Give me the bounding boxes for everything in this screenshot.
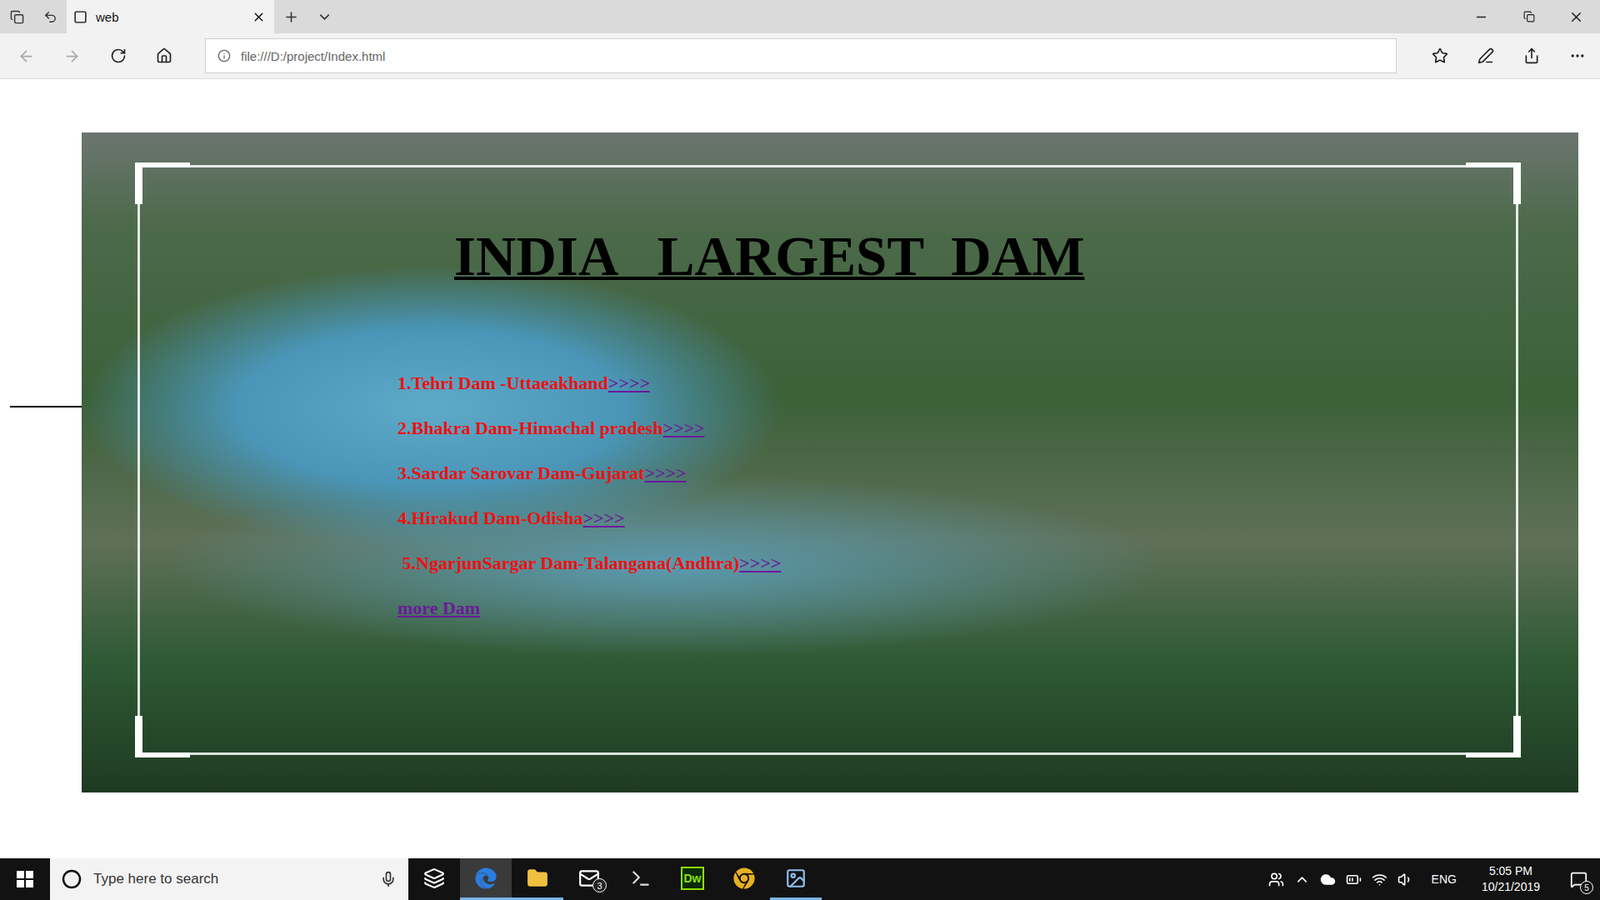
taskbar-app[interactable] [718, 858, 770, 900]
taskbar-app[interactable] [511, 858, 564, 900]
more-button[interactable] [1554, 37, 1600, 75]
minimize-icon [1474, 10, 1489, 25]
page-icon [73, 10, 88, 25]
cortana-icon [61, 869, 82, 890]
notification-badge: 5 [1580, 880, 1594, 895]
people-icon[interactable] [1268, 871, 1285, 888]
battery-icon[interactable] [1345, 871, 1362, 888]
favorites-icon [1431, 47, 1449, 65]
taskbar-app[interactable]: 3 [563, 858, 615, 900]
search-box[interactable]: Type here to search [50, 858, 409, 900]
mic-icon [380, 870, 397, 888]
home-icon [155, 47, 173, 65]
taskbar-app[interactable]: Dw [666, 858, 719, 900]
system-tray: ENG 5:05 PM10/21/2019 5 [1251, 858, 1600, 900]
app-badge: 3 [592, 878, 607, 893]
info-icon [217, 49, 231, 63]
dam-link[interactable]: >>>> [583, 507, 625, 529]
dam-item: 1.Tehri Dam -Uttaeakhand>>>> [397, 372, 1516, 395]
address-text: file:///D:/project/Index.html [240, 49, 385, 64]
tab-preview-button[interactable] [307, 0, 341, 34]
volume-icon[interactable] [1397, 871, 1414, 888]
back-icon [17, 47, 35, 65]
windows-icon [16, 870, 34, 888]
close-button[interactable] [1552, 0, 1600, 34]
restore-tabs-button[interactable] [33, 0, 67, 34]
dam-link[interactable]: >>>> [662, 417, 705, 439]
back-button[interactable] [3, 37, 50, 75]
more-item: more Dam [397, 597, 1516, 620]
terminal-icon [630, 867, 652, 890]
clock[interactable]: 5:05 PM10/21/2019 [1475, 863, 1547, 895]
dam-item: 3.Sardar Sarovar Dam-Gujarat>>>> [397, 462, 1516, 485]
hero-frame: INDIA LARGEST DAM 1.Tehri Dam -Uttaeakhan… [137, 165, 1519, 755]
edge-icon [475, 867, 497, 890]
clock-time: 5:05 PM [1489, 863, 1533, 880]
hero-banner: INDIA LARGEST DAM 1.Tehri Dam -Uttaeakhan… [81, 132, 1579, 793]
browser-tab[interactable]: web [66, 0, 275, 34]
page: INDIA LARGEST DAM 1.Tehri Dam -Uttaeakhan… [0, 79, 1600, 859]
frame-corner [1465, 715, 1521, 758]
folder-icon [526, 867, 549, 890]
taskbar-app[interactable] [408, 858, 460, 900]
frame-corner [1465, 162, 1521, 205]
share-button[interactable] [1508, 37, 1555, 75]
notifications-button[interactable]: 5 [1556, 858, 1600, 900]
dam-list: 1.Tehri Dam -Uttaeakhand>>>> 2.Bhakra Dam… [397, 372, 1516, 620]
tabs-icon [10, 10, 25, 25]
photos-icon [785, 867, 807, 890]
address-field[interactable]: file:///D:/project/Index.html [205, 38, 1397, 74]
taskbar-app[interactable] [460, 858, 512, 900]
refresh-button[interactable] [95, 37, 141, 75]
browser-window: web file:///D:/project/Index.html INDIA LA… [0, 0, 1600, 900]
clock-date: 10/21/2019 [1481, 879, 1540, 895]
frame-corner [135, 715, 190, 758]
frame-corner [135, 162, 190, 205]
dam-link[interactable]: >>>> [644, 462, 686, 484]
dam-item: 4.Hirakud Dam-Odisha>>>> [397, 507, 1516, 530]
search-placeholder: Type here to search [93, 870, 369, 888]
restore-icon [1523, 10, 1535, 23]
chrome-icon [733, 867, 755, 890]
language-indicator[interactable]: ENG [1423, 872, 1465, 886]
dam-item: 5.NgarjunSargar Dam-Talangana(Andhra)>>>… [397, 552, 1516, 575]
dam-item: 2.Bhakra Dam-Himachal pradesh>>>> [397, 417, 1516, 440]
close-tab-icon[interactable] [251, 10, 266, 25]
taskbar-app[interactable] [615, 858, 667, 900]
tabs-aside-button[interactable] [0, 0, 34, 34]
dam-link[interactable]: >>>> [608, 372, 650, 394]
chevron-up-icon[interactable] [1294, 871, 1310, 888]
tab-title: web [95, 10, 244, 25]
close-icon [1568, 9, 1585, 25]
more-icon [1569, 47, 1586, 65]
dam-link[interactable]: >>>> [739, 552, 781, 574]
onedrive-icon[interactable] [1320, 871, 1336, 888]
tab-bar: web [0, 0, 1600, 34]
home-button[interactable] [140, 37, 187, 75]
page-heading: INDIA LARGEST DAM [454, 222, 1516, 290]
undo-icon [43, 10, 58, 25]
pen-icon [1477, 47, 1495, 65]
forward-icon [63, 47, 81, 65]
chevron-down-icon [316, 9, 333, 25]
network-icon[interactable] [1371, 871, 1388, 888]
notes-button[interactable] [1462, 37, 1509, 75]
address-row: file:///D:/project/Index.html [0, 33, 1600, 80]
minimize-button[interactable] [1457, 0, 1505, 34]
favorites-button[interactable] [1416, 37, 1463, 75]
restore-button[interactable] [1505, 0, 1553, 34]
taskbar: Type here to search 3 Dw ENG 5:05 PM10/21/20… [0, 858, 1600, 900]
new-tab-button[interactable] [274, 0, 308, 34]
start-button[interactable] [0, 858, 50, 900]
task-view-icon [423, 867, 445, 890]
horizontal-rule [10, 405, 82, 408]
taskbar-app[interactable] [770, 858, 822, 900]
more-link[interactable]: more Dam [397, 597, 480, 619]
refresh-icon [110, 47, 127, 65]
plus-icon [283, 9, 300, 25]
dreamweaver-icon: Dw [680, 866, 705, 890]
share-icon [1523, 47, 1540, 65]
forward-button[interactable] [49, 37, 95, 75]
